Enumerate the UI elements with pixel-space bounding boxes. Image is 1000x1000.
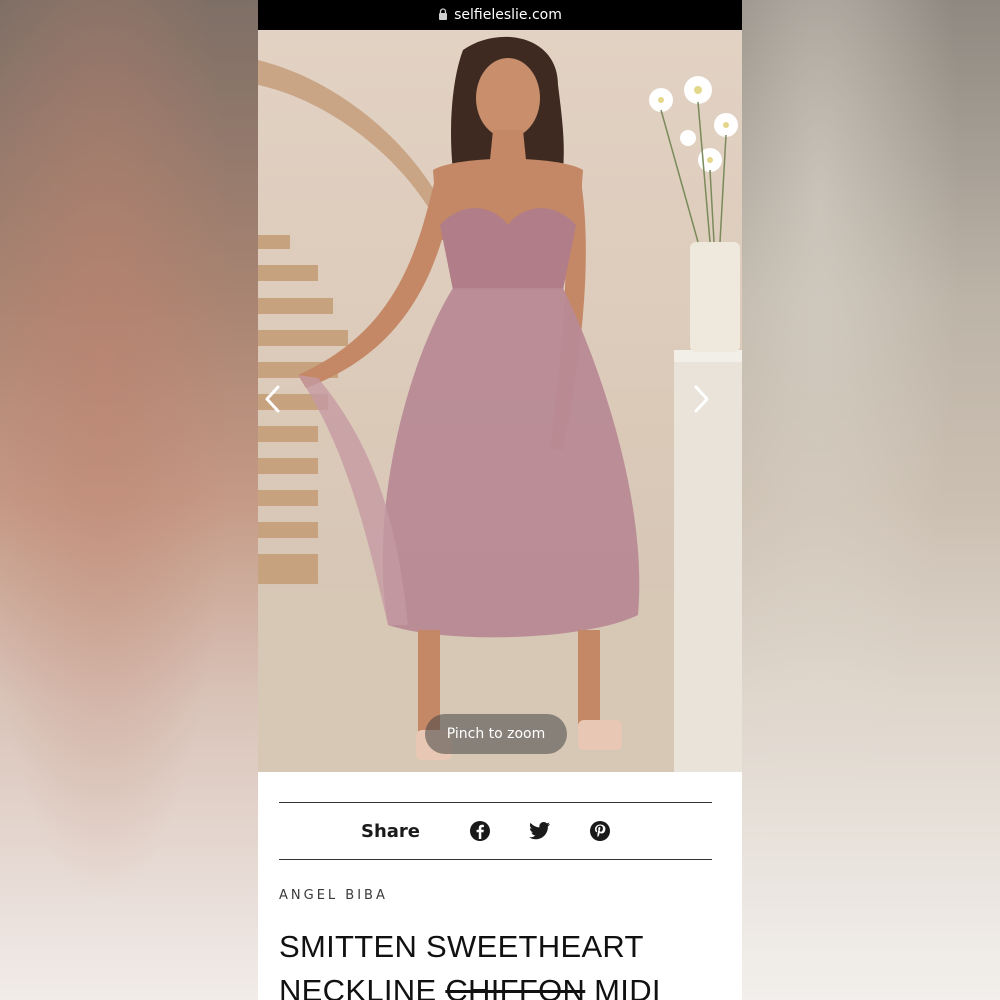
pinch-to-zoom-hint: Pinch to zoom	[425, 714, 567, 754]
product-photo	[258, 36, 742, 772]
share-bar: Share	[279, 802, 712, 860]
share-label: Share	[360, 820, 420, 842]
facebook-share-button[interactable]	[450, 820, 510, 842]
pinterest-icon	[590, 821, 610, 841]
lock-icon	[439, 8, 448, 20]
twitter-share-button[interactable]	[510, 821, 570, 841]
pinterest-share-button[interactable]	[570, 820, 630, 842]
product-title-word-neckline: NECKLINE	[279, 973, 437, 1000]
facebook-icon	[470, 821, 490, 841]
address-bar[interactable]: selfieleslie.com	[258, 0, 742, 30]
product-title-word-midi: MIDI	[594, 973, 661, 1000]
previous-image-button[interactable]	[264, 385, 304, 425]
phone-screen: selfieleslie.com Pinch to zoom Share ANG…	[258, 0, 742, 1000]
product-title: SMITTEN SWEETHEART NECKLINE CHIFFON MIDI	[279, 925, 712, 1000]
blurred-background-right	[742, 0, 1000, 1000]
product-title-line-1: SMITTEN SWEETHEART	[279, 929, 644, 964]
next-image-button[interactable]	[692, 385, 732, 425]
chevron-right-icon	[694, 385, 709, 413]
product-title-struck-word: CHIFFON	[445, 973, 586, 1000]
twitter-icon	[529, 822, 551, 840]
brand-name[interactable]: ANGEL BIBA	[279, 888, 712, 903]
url-text: selfieleslie.com	[454, 7, 562, 23]
product-title-line-2: NECKLINE CHIFFON MIDI	[279, 969, 712, 1000]
blurred-background-left	[0, 0, 258, 1000]
chevron-left-icon	[265, 385, 280, 413]
product-image[interactable]: Pinch to zoom	[258, 30, 742, 772]
